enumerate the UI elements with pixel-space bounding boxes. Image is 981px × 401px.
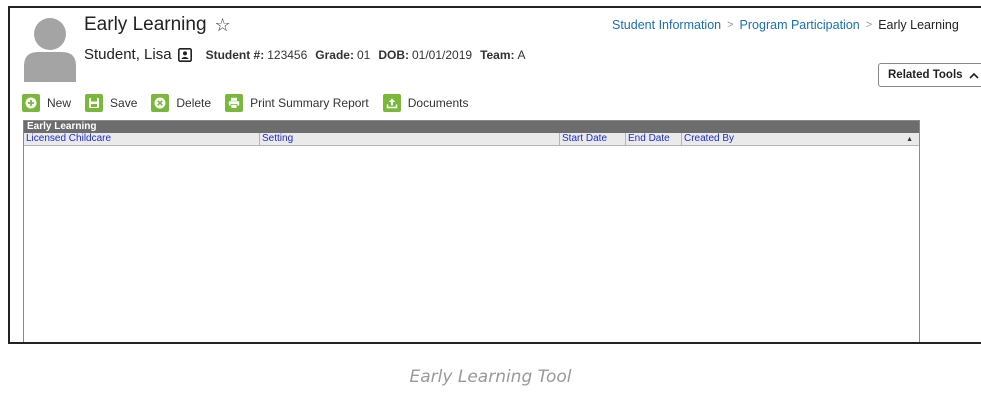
figure-caption: Early Learning Tool — [409, 367, 572, 387]
save-button[interactable]: Save — [85, 94, 137, 112]
id-card-icon[interactable] — [177, 47, 192, 62]
student-number: 123456 — [267, 47, 308, 62]
chevron-up-icon — [968, 72, 979, 79]
dob-value: 01/01/2019 — [412, 47, 473, 62]
x-circle-icon — [151, 94, 170, 112]
column-setting[interactable]: Setting — [260, 133, 560, 145]
page-title: Early Learning ☆ — [84, 14, 231, 36]
plus-circle-icon — [22, 94, 40, 112]
chevron-right-icon: > — [727, 19, 734, 31]
page-title-text: Early Learning — [84, 14, 207, 35]
action-toolbar: New Save Delete Print Summary Report Doc… — [22, 94, 482, 112]
print-summary-report-button[interactable]: Print Summary Report — [225, 94, 369, 112]
student-info: Student, Lisa Student #: 123456 Grade: 0… — [84, 46, 534, 63]
sort-ascending-icon[interactable]: ▲ — [906, 134, 913, 146]
new-button[interactable]: New — [22, 94, 71, 112]
upload-icon — [382, 94, 401, 112]
print-summary-report-label: Print Summary Report — [250, 96, 369, 110]
team-value: A — [517, 47, 526, 62]
tool-frame: Early Learning ☆ Student, Lisa Student #… — [8, 6, 981, 344]
grid-title: Early Learning — [24, 121, 919, 133]
column-licensed-childcare[interactable]: Licensed Childcare — [24, 133, 260, 145]
breadcrumb: Student Information > Program Participat… — [612, 18, 959, 32]
column-start-date[interactable]: Start Date — [560, 133, 626, 145]
dob-label: DOB: — [378, 47, 409, 62]
chevron-right-icon: > — [865, 19, 873, 31]
breadcrumb-student-information[interactable]: Student Information — [612, 18, 721, 32]
column-created-by[interactable]: Created By — [682, 133, 742, 145]
breadcrumb-current: Early Learning — [878, 18, 959, 32]
student-name: Student, Lisa — [84, 46, 172, 63]
delete-button[interactable]: Delete — [151, 94, 211, 112]
column-end-date[interactable]: End Date — [626, 133, 682, 145]
documents-label: Documents — [407, 96, 469, 110]
documents-button[interactable]: Documents — [382, 94, 469, 112]
breadcrumb-program-participation[interactable]: Program Participation — [740, 18, 860, 32]
early-learning-grid: Early Learning Licensed Childcare Settin… — [23, 120, 920, 342]
grade-value: 01 — [356, 47, 371, 62]
printer-icon — [225, 94, 244, 112]
new-label: New — [47, 96, 72, 110]
grid-header-row: Licensed Childcare Setting Start Date En… — [24, 133, 919, 146]
delete-label: Delete — [176, 96, 212, 110]
related-tools-button[interactable]: Related Tools — [878, 63, 981, 87]
related-tools-label: Related Tools — [888, 69, 963, 81]
save-label: Save — [110, 96, 138, 110]
star-icon[interactable]: ☆ — [215, 15, 231, 36]
student-number-label: Student #: — [205, 47, 265, 62]
floppy-disk-icon — [85, 94, 104, 112]
student-avatar — [24, 18, 76, 82]
grade-label: Grade: — [315, 47, 354, 62]
team-label: Team: — [480, 47, 515, 62]
